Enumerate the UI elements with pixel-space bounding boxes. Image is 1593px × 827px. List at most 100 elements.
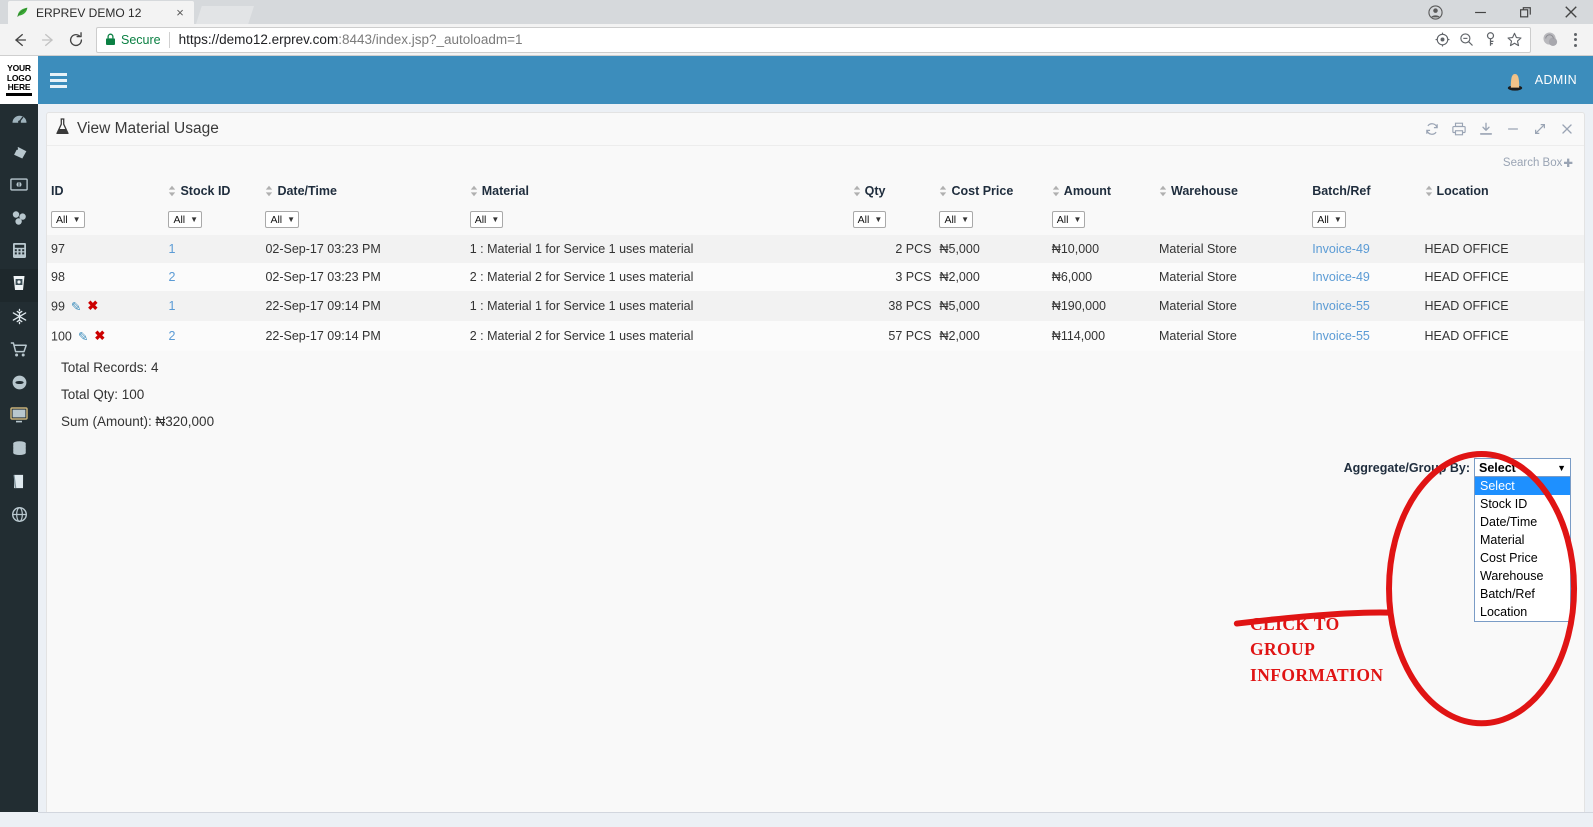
user-menu[interactable]: ADMIN xyxy=(1504,69,1577,91)
group-by-select[interactable]: Select ▼ xyxy=(1474,458,1571,477)
group-by-option-stock-id[interactable]: Stock ID xyxy=(1475,495,1570,513)
sidebar-item-reports[interactable] xyxy=(0,467,38,500)
batch-ref-link[interactable]: Invoice-55 xyxy=(1312,329,1370,343)
filter-select-material[interactable]: All ▼ xyxy=(469,211,504,228)
group-by-option-batch-ref[interactable]: Batch/Ref xyxy=(1475,585,1570,603)
sidebar-item-accounting[interactable] xyxy=(0,236,38,269)
delete-icon[interactable]: ✖ xyxy=(87,298,98,314)
cell-warehouse: Material Store xyxy=(1155,235,1309,263)
column-header-location[interactable]: Location xyxy=(1421,180,1584,204)
filter-select-batch-ref[interactable]: All ▼ xyxy=(1312,211,1346,228)
batch-ref-link[interactable]: Invoice-49 xyxy=(1312,242,1370,256)
group-by-option-material[interactable]: Material xyxy=(1475,531,1570,549)
table-row[interactable]: 97 1 02-Sep-17 03:23 PM 1 : Material 1 f… xyxy=(47,235,1584,263)
sidebar-item-tags[interactable] xyxy=(0,137,38,170)
stock-id-link[interactable]: 2 xyxy=(168,270,175,284)
browser-tab[interactable]: ERPREV DEMO 12 × xyxy=(8,1,194,24)
table-row[interactable]: 99 ✎ ✖ 1 22-Sep-17 09:14 PM 1 : Material 1… xyxy=(47,291,1584,321)
star-icon[interactable] xyxy=(1502,28,1526,52)
sidebar-item-web[interactable] xyxy=(0,500,38,533)
key-icon[interactable] xyxy=(1478,28,1502,52)
forward-button[interactable] xyxy=(34,26,62,54)
sort-icon[interactable] xyxy=(265,185,273,197)
group-by-option-location[interactable]: Location xyxy=(1475,603,1570,621)
sort-icon[interactable] xyxy=(853,185,861,197)
sort-icon[interactable] xyxy=(939,185,947,197)
stock-id-link[interactable]: 1 xyxy=(168,299,175,313)
minimize-icon[interactable] xyxy=(1506,122,1520,136)
sidebar-item-system[interactable] xyxy=(0,401,38,434)
stock-id-link[interactable]: 2 xyxy=(168,329,175,343)
window-minimize-button[interactable] xyxy=(1458,0,1503,24)
filter-value: All xyxy=(857,213,870,226)
group-by-option-select[interactable]: Select xyxy=(1475,477,1570,495)
column-header-stock-id[interactable]: Stock ID xyxy=(164,180,261,204)
sort-icon[interactable] xyxy=(168,185,176,197)
profile-icon[interactable] xyxy=(1413,0,1458,24)
batch-ref-link[interactable]: Invoice-55 xyxy=(1312,299,1370,313)
table-row[interactable]: 98 2 02-Sep-17 03:23 PM 2 : Material 2 f… xyxy=(47,263,1584,291)
group-by-option-cost-price[interactable]: Cost Price xyxy=(1475,549,1570,567)
annotation-line-3: INFORMATION xyxy=(1250,664,1384,685)
reload-button[interactable] xyxy=(62,26,90,54)
column-header-amount[interactable]: Amount xyxy=(1048,180,1155,204)
filter-select-cost-price[interactable]: All ▼ xyxy=(939,211,974,228)
sidebar-item-finance[interactable] xyxy=(0,170,38,203)
edit-icon[interactable]: ✎ xyxy=(71,299,81,314)
address-bar[interactable]: Secure https://demo12.erprev.com:8443/in… xyxy=(96,26,1531,53)
sidebar-item-sales[interactable] xyxy=(0,335,38,368)
close-icon[interactable] xyxy=(1560,122,1574,136)
calculator-icon xyxy=(12,242,27,264)
sort-icon[interactable] xyxy=(1052,185,1060,197)
column-header-qty[interactable]: Qty xyxy=(849,180,936,204)
filter-cell-cost-price: All ▼ xyxy=(935,204,1047,235)
zoom-out-icon[interactable] xyxy=(1454,28,1478,52)
tab-close-icon[interactable]: × xyxy=(172,5,188,21)
group-by-option-datetime[interactable]: Date/Time xyxy=(1475,513,1570,531)
sort-icon[interactable] xyxy=(470,185,478,197)
filter-select-stock-id[interactable]: All ▼ xyxy=(168,211,203,228)
column-header-material[interactable]: Material xyxy=(466,180,849,204)
stock-id-link[interactable]: 1 xyxy=(168,242,175,256)
sidebar-item-database[interactable] xyxy=(0,434,38,467)
sort-icon[interactable] xyxy=(1425,185,1433,197)
new-tab-stub[interactable] xyxy=(196,6,254,24)
filter-select-id[interactable]: All ▼ xyxy=(51,211,85,228)
column-header-id[interactable]: ID xyxy=(47,180,164,204)
print-icon[interactable] xyxy=(1452,122,1466,136)
sort-icon[interactable] xyxy=(1159,185,1167,197)
filter-select-datetime[interactable]: All ▼ xyxy=(265,211,300,228)
sidebar-item-cold-storage[interactable] xyxy=(0,302,38,335)
filter-cell-warehouse xyxy=(1155,204,1308,235)
chrome-menu-icon[interactable] xyxy=(1563,27,1587,53)
column-header-warehouse[interactable]: Warehouse xyxy=(1155,180,1308,204)
column-header-cost-price[interactable]: Cost Price xyxy=(935,180,1047,204)
lock-icon xyxy=(105,33,116,46)
filter-select-qty[interactable]: All ▼ xyxy=(852,211,887,228)
refresh-icon[interactable] xyxy=(1425,122,1439,136)
sidebar-item-materials[interactable] xyxy=(0,269,38,302)
hamburger-icon[interactable] xyxy=(50,67,76,93)
delete-icon[interactable]: ✖ xyxy=(94,328,105,344)
sidebar-item-production[interactable] xyxy=(0,203,38,236)
browser-tab-title: ERPREV DEMO 12 xyxy=(36,5,142,20)
column-header-datetime[interactable]: Date/Time xyxy=(261,180,465,204)
total-records: Total Records: 4 xyxy=(61,360,159,375)
sidebar-item-assets[interactable] xyxy=(0,368,38,401)
window-restore-button[interactable] xyxy=(1503,0,1548,24)
group-by-option-warehouse[interactable]: Warehouse xyxy=(1475,567,1570,585)
column-header-batch-ref[interactable]: Batch/Ref xyxy=(1308,180,1420,204)
batch-ref-link[interactable]: Invoice-49 xyxy=(1312,270,1370,284)
window-close-button[interactable] xyxy=(1548,0,1593,24)
expand-icon[interactable] xyxy=(1533,122,1547,136)
table-row[interactable]: 100 ✎ ✖ 2 22-Sep-17 09:14 PM 2 : Material … xyxy=(47,321,1584,351)
location-icon[interactable] xyxy=(1430,28,1454,52)
edit-icon[interactable]: ✎ xyxy=(78,329,88,344)
filter-select-amount[interactable]: All ▼ xyxy=(1051,211,1086,228)
download-icon[interactable] xyxy=(1479,122,1493,136)
extension-icon[interactable] xyxy=(1537,27,1563,53)
sidebar-item-dashboard[interactable] xyxy=(0,104,38,137)
back-button[interactable] xyxy=(6,26,34,54)
company-logo[interactable]: YOUR LOGO HERE xyxy=(0,56,38,104)
search-box-toggle[interactable]: Search Box ✚ xyxy=(1503,156,1573,170)
